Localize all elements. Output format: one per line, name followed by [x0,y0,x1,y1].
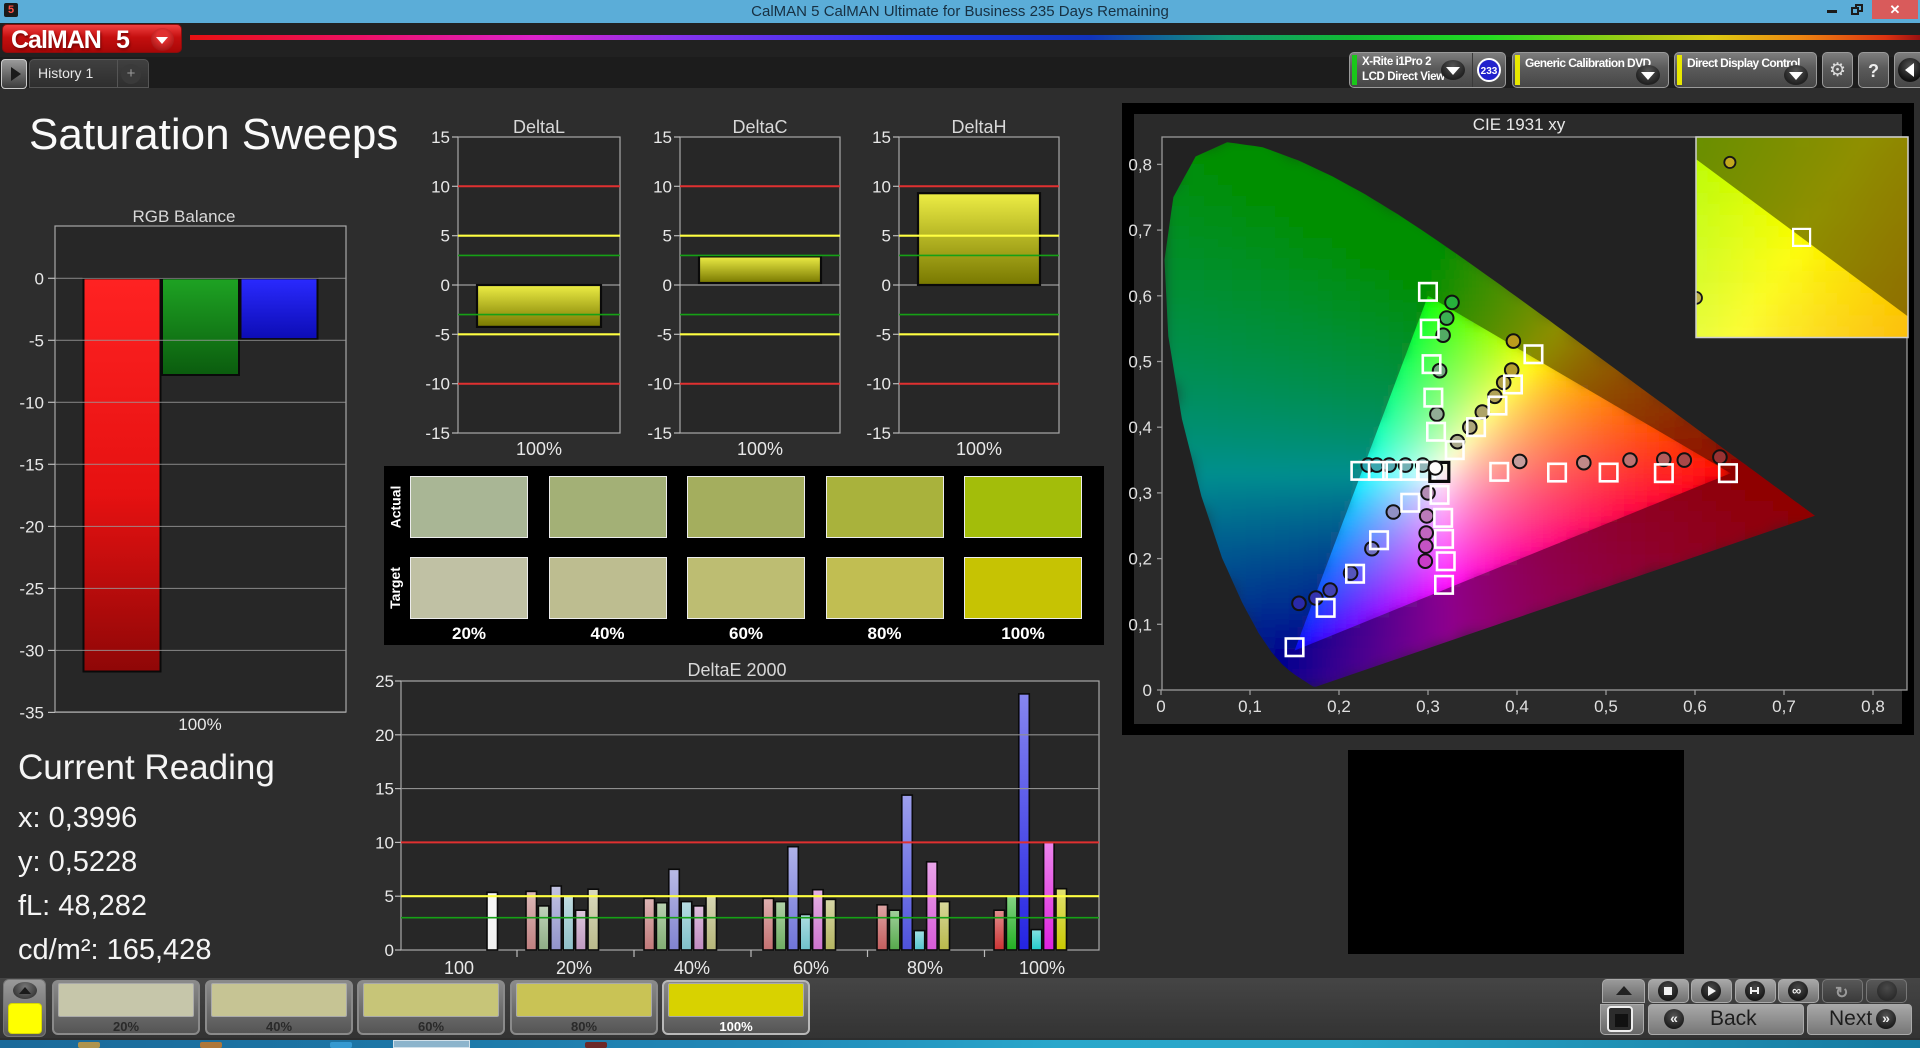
svg-text:10: 10 [653,177,672,196]
svg-text:10: 10 [872,177,891,196]
svg-text:0,1: 0,1 [1128,615,1152,634]
svg-text:-35: -35 [19,703,44,722]
svg-text:0: 0 [1143,681,1152,700]
svg-text:DeltaC: DeltaC [732,117,787,137]
svg-text:-15: -15 [866,424,891,443]
svg-text:0,7: 0,7 [1772,697,1796,716]
svg-text:-5: -5 [876,325,891,344]
svg-text:10: 10 [375,833,394,852]
svg-text:RGB Balance: RGB Balance [133,207,236,226]
svg-text:-10: -10 [866,375,891,394]
svg-text:-20: -20 [19,517,44,536]
svg-text:0,7: 0,7 [1128,221,1152,240]
svg-text:20: 20 [375,726,394,745]
svg-text:10: 10 [431,177,450,196]
svg-text:CIE 1931 xy: CIE 1931 xy [1473,115,1566,134]
svg-text:-5: -5 [435,325,450,344]
svg-text:100%: 100% [516,439,562,459]
svg-text:0,2: 0,2 [1128,550,1152,569]
svg-text:0,5: 0,5 [1594,697,1618,716]
svg-text:0,3: 0,3 [1128,484,1152,503]
svg-text:0,4: 0,4 [1128,418,1152,437]
svg-text:0: 0 [882,276,891,295]
svg-text:0: 0 [663,276,672,295]
svg-text:5: 5 [441,227,450,246]
svg-text:0,4: 0,4 [1505,697,1529,716]
svg-text:5: 5 [385,887,394,906]
svg-text:80%: 80% [907,958,943,978]
svg-text:-15: -15 [647,424,672,443]
svg-text:-15: -15 [425,424,450,443]
svg-text:15: 15 [872,128,891,147]
svg-text:-15: -15 [19,455,44,474]
svg-text:DeltaH: DeltaH [951,117,1006,137]
svg-text:-10: -10 [647,375,672,394]
svg-text:-10: -10 [425,375,450,394]
svg-text:DeltaE 2000: DeltaE 2000 [687,660,786,680]
svg-text:0: 0 [441,276,450,295]
svg-text:40%: 40% [674,958,710,978]
svg-text:20%: 20% [556,958,592,978]
svg-text:0: 0 [35,269,44,288]
svg-text:0,6: 0,6 [1128,287,1152,306]
svg-text:0,8: 0,8 [1128,155,1152,174]
svg-text:0,8: 0,8 [1861,697,1885,716]
svg-text:15: 15 [431,128,450,147]
svg-text:-5: -5 [657,325,672,344]
svg-text:5: 5 [663,227,672,246]
svg-text:0: 0 [385,941,394,960]
svg-text:100: 100 [444,958,474,978]
svg-text:-10: -10 [19,393,44,412]
svg-text:0,5: 0,5 [1128,353,1152,372]
svg-text:15: 15 [653,128,672,147]
svg-text:0: 0 [1156,697,1165,716]
svg-text:100%: 100% [737,439,783,459]
svg-text:100%: 100% [178,715,221,734]
svg-text:-25: -25 [19,579,44,598]
svg-text:-5: -5 [29,331,44,350]
svg-text:0,6: 0,6 [1683,697,1707,716]
svg-text:15: 15 [375,780,394,799]
svg-text:5: 5 [882,227,891,246]
svg-text:-30: -30 [19,641,44,660]
svg-text:0,3: 0,3 [1416,697,1440,716]
svg-text:25: 25 [375,672,394,691]
svg-text:60%: 60% [793,958,829,978]
svg-text:0,2: 0,2 [1327,697,1351,716]
svg-text:100%: 100% [956,439,1002,459]
svg-text:DeltaL: DeltaL [513,117,565,137]
svg-text:0,1: 0,1 [1238,697,1262,716]
svg-text:100%: 100% [1019,958,1065,978]
